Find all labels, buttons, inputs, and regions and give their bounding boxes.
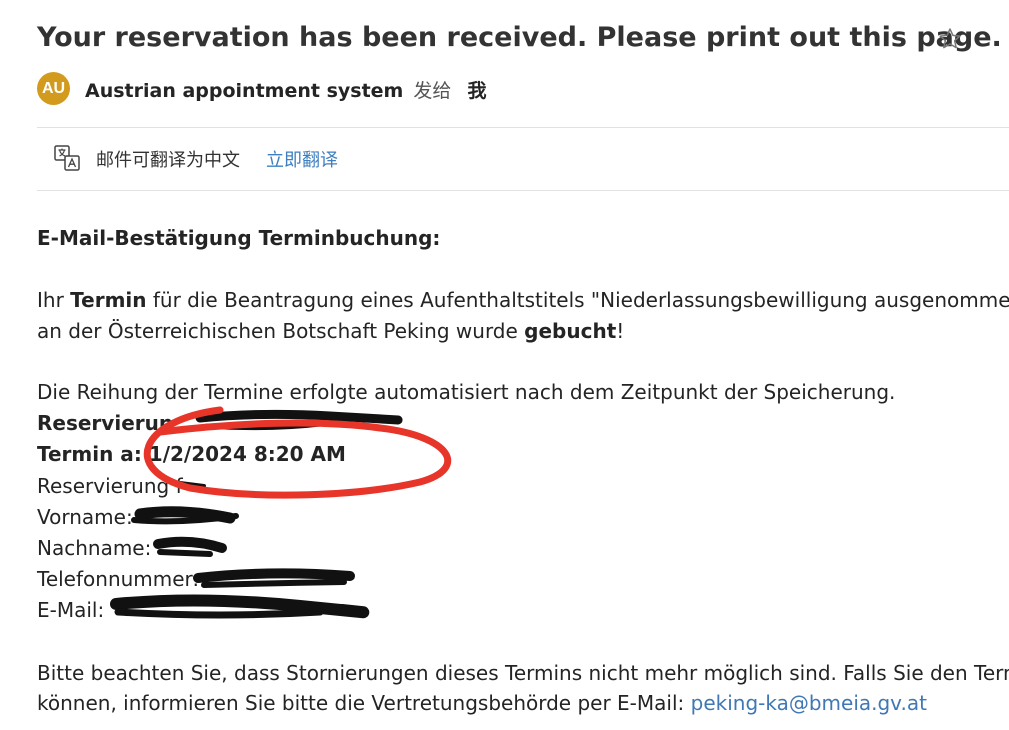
appointment-line: Termin a: 1/2/2024 8:20 AM: [37, 440, 346, 468]
star-icon[interactable]: [937, 26, 963, 52]
divider: [37, 127, 1009, 128]
embassy-email-link[interactable]: peking-ka@bmeia.gv.at: [691, 691, 927, 715]
email-heading: E-Mail-Bestätigung Terminbuchung:: [37, 226, 441, 250]
email-label: E-Mail:: [37, 598, 105, 622]
email-subject: Your reservation has been received. Plea…: [37, 22, 1002, 53]
phone-label: Telefonnummer:: [37, 567, 200, 591]
avatar: AU: [37, 72, 70, 105]
notice-line-1: Bitte beachten Sie, dass Stornierungen d…: [37, 661, 1009, 685]
reserved-for-label: Reservierung f: [37, 474, 183, 498]
divider: [37, 190, 1009, 191]
sender-name[interactable]: Austrian appointment system: [85, 80, 403, 102]
gebucht-word: gebucht: [524, 319, 617, 343]
body-paragraph-line-1: Ihr Termin für die Beantragung eines Auf…: [37, 288, 1009, 312]
annotation-overlay: [110, 406, 452, 619]
translate-icon: [54, 145, 80, 171]
recipient-name[interactable]: 我: [467, 80, 486, 102]
body-paragraph-3: Die Reihung der Termine erfolgte automat…: [37, 380, 896, 404]
appointment-datetime: : 1/2/2024 8:20 AM: [133, 442, 346, 466]
translate-prompt: 邮件可翻译为中文: [96, 150, 240, 171]
appointment-label: Termin a: [37, 442, 134, 466]
sender-line: Austrian appointment system 发给 我: [85, 76, 486, 103]
termin-word: Termin: [70, 288, 147, 312]
notice-line-2: können, informieren Sie bitte die Vertre…: [37, 691, 927, 715]
firstname-label: Vorname:: [37, 505, 133, 529]
translate-now-link[interactable]: 立即翻译: [266, 146, 338, 172]
body-paragraph-line-2: an der Österreichischen Botschaft Peking…: [37, 319, 625, 343]
lastname-label: Nachname:: [37, 536, 152, 560]
sent-to-label: 发给: [413, 80, 452, 102]
reservation-number-label: Reservierun: [37, 411, 174, 435]
